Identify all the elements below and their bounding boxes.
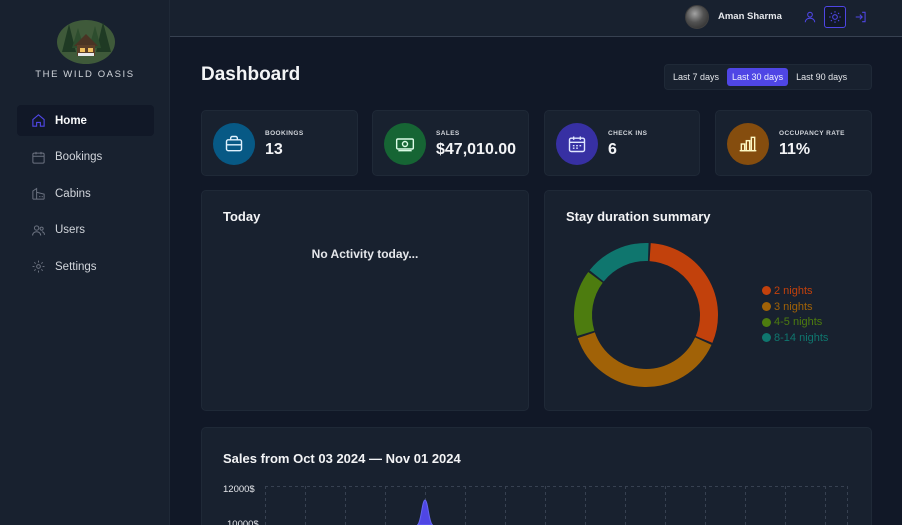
top-header: Aman Sharma [170,0,902,37]
account-button[interactable] [799,6,821,28]
account-icon [804,11,816,23]
stat-check-ins: CHECK INS 6 [544,110,700,176]
logout-button[interactable] [850,6,872,28]
sales-y-tick-label: 12000$ [223,484,255,495]
no-activity-text: No Activity today... [311,247,419,261]
legend-label: 8-14 nights [774,331,829,344]
stat-icon-circle [213,123,255,165]
today-title: Today [223,209,261,224]
donut-slice-8-14-nights [589,243,649,282]
stat-sales: SALES $47,010.00 [372,110,529,176]
stat-icon-circle [556,123,598,165]
stay-duration-donut [574,243,718,387]
banknotes-icon [395,138,415,152]
logout-icon [855,11,866,23]
sales-y-tick-label-partial: 10000$ [227,519,259,525]
legend-item: 2 nights [762,283,828,299]
legend-label: 2 nights [774,284,813,297]
theme-toggle-button[interactable] [824,6,846,28]
logo [57,20,115,64]
legend-label: 3 nights [774,300,813,313]
stat-value: 11% [779,141,811,158]
stat-value: 13 [265,141,283,158]
brand-name: THE WILD OASIS [35,69,135,80]
sidebar-item-label: Bookings [55,151,103,163]
stat-label: OCCUPANCY RATE [779,130,845,137]
donut-slice-3-nights [577,332,712,387]
sidebar-item-settings[interactable]: Settings [17,251,154,282]
sales-grid [265,486,848,525]
stat-icon-circle [384,123,426,165]
calendar-icon [32,151,45,164]
sidebar-item-label: Home [55,114,87,127]
sun-icon [829,11,841,23]
today-panel: Today No Activity today... [201,190,529,411]
sidebar: THE WILD OASIS Home Bookings Cabins User… [0,0,170,525]
sidebar-item-label: Settings [55,260,97,273]
sidebar-item-label: Users [55,224,86,236]
legend-dot [762,317,771,327]
date-filter: Last 7 days Last 30 days Last 90 days [664,64,872,90]
filter-last-30-days[interactable]: Last 30 days [727,68,789,86]
legend-item: 8-14 nights [762,330,828,346]
sidebar-item-users[interactable]: Users [17,215,154,246]
cabin-icon [32,187,45,200]
legend-dot [762,333,771,343]
main-nav: Home Bookings Cabins Users Settings [17,105,154,288]
page-title: Dashboard [201,64,301,85]
stat-bookings: BOOKINGS 13 [201,110,358,176]
sidebar-item-home[interactable]: Home [17,105,154,136]
sidebar-item-cabins[interactable]: Cabins [17,178,154,209]
stat-icon-circle [727,123,769,165]
legend-dot [762,302,771,312]
calendar-days-icon [568,136,586,153]
donut-slice-4-5-nights [574,272,603,337]
legend-dot [762,286,771,296]
stat-label: SALES [436,130,460,137]
legend-item: 3 nights [762,299,828,315]
sales-title: Sales from Oct 03 2024 — Nov 01 2024 [223,451,461,466]
chart-bar-icon [739,136,757,152]
sidebar-item-bookings[interactable]: Bookings [17,142,154,173]
home-icon [32,114,45,127]
legend-label: 4-5 nights [774,316,823,329]
legend-item: 4-5 nights [762,314,828,330]
stat-occupancy-rate: OCCUPANCY RATE 11% [715,110,872,176]
stat-value: $47,010.00 [436,141,517,158]
stat-label: BOOKINGS [265,130,304,137]
sidebar-item-label: Cabins [55,187,91,200]
briefcase-icon [225,135,243,152]
stat-value: 6 [608,141,617,158]
donut-slice-2-nights [649,243,718,343]
donut-legend: 2 nights 3 nights 4-5 nights 8-14 nights [762,283,828,346]
sales-chart [265,486,848,525]
filter-last-90-days[interactable]: Last 90 days [791,68,852,86]
stat-label: CHECK INS [608,130,648,137]
filter-last-7-days[interactable]: Last 7 days [668,68,724,86]
avatar[interactable] [685,5,709,29]
users-icon [32,224,45,236]
gear-icon [32,260,45,273]
stay-duration-title: Stay duration summary [566,209,711,224]
username: Aman Sharma [718,11,782,22]
sales-area-peak [416,499,434,525]
